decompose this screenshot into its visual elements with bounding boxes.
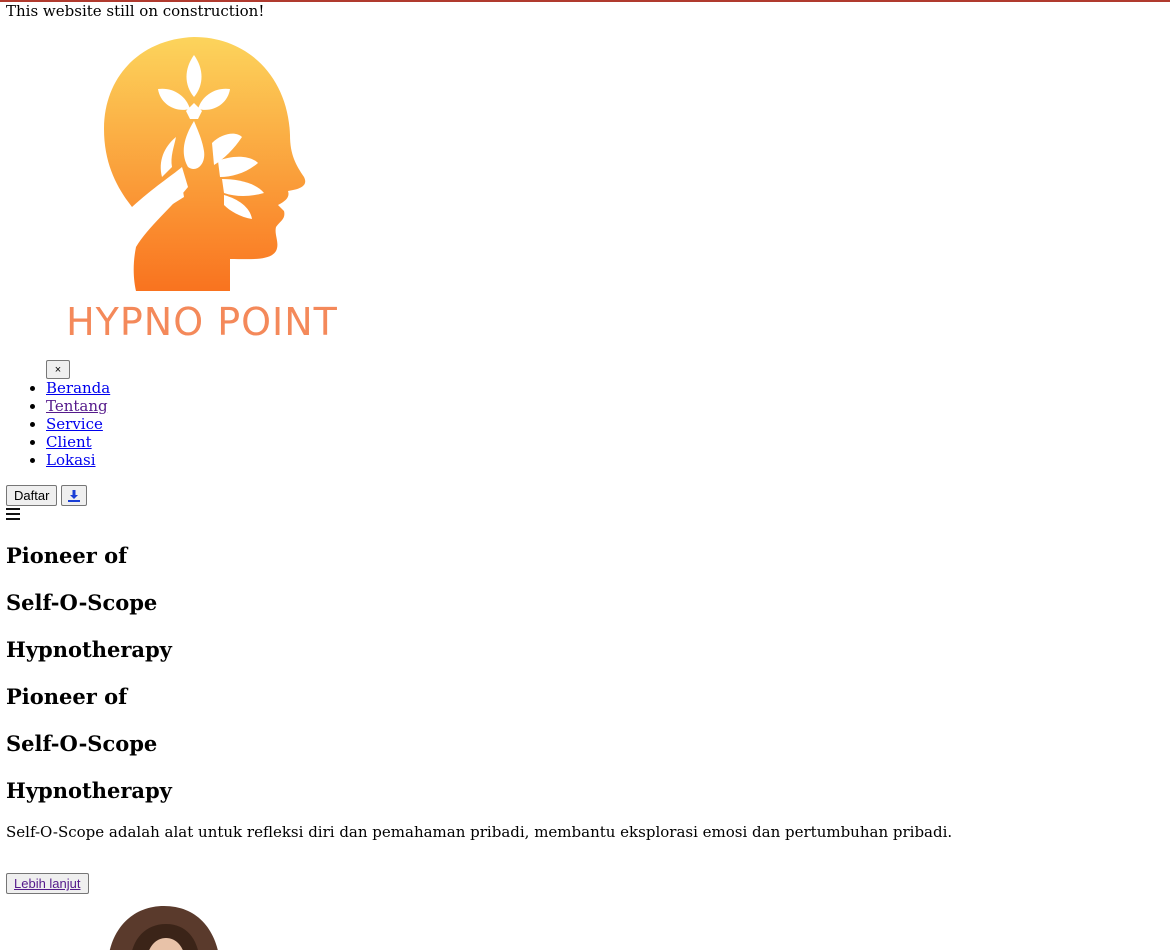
logo-graphic: HYPNO POINT bbox=[66, 37, 338, 344]
nav-link-lokasi[interactable]: Lokasi bbox=[46, 451, 96, 469]
nav-item-lokasi: Lokasi bbox=[46, 451, 1164, 469]
nav-link-beranda[interactable]: Beranda bbox=[46, 379, 110, 397]
nav-item-service: Service bbox=[46, 415, 1164, 433]
head-silhouette bbox=[104, 37, 306, 291]
close-menu-button[interactable]: × bbox=[46, 360, 70, 379]
hero-heading-group: Pioneer of Self-O-Scope Hypnotherapy bbox=[6, 542, 1164, 664]
hero-line-hypnotherapy: Hypnotherapy bbox=[6, 637, 172, 662]
download-icon bbox=[68, 489, 81, 502]
hypno-point-logo: HYPNO POINT bbox=[52, 37, 352, 349]
nav-item-beranda: Beranda bbox=[46, 379, 1164, 397]
hero-line-pioneer-2: Pioneer of bbox=[6, 684, 128, 709]
construction-notice: This website still on construction! bbox=[6, 2, 265, 20]
page: This website still on construction! HYPN… bbox=[0, 2, 1170, 894]
nav-item-tentang: Tentang bbox=[46, 397, 1164, 415]
hero-line-hypnotherapy-2: Hypnotherapy bbox=[6, 778, 172, 803]
hero-description: Self-O-Scope adalah alat untuk refleksi … bbox=[6, 823, 953, 841]
person-photo bbox=[109, 906, 218, 950]
download-button[interactable] bbox=[61, 485, 88, 506]
brand-text: HYPNO POINT bbox=[66, 300, 338, 344]
hero-heading-group-duplicate: Pioneer of Self-O-Scope Hypnotherapy bbox=[6, 683, 1164, 805]
action-buttons: Daftar bbox=[6, 485, 1164, 506]
hamburger-icon[interactable] bbox=[6, 508, 20, 520]
hero-line-self-o-scope: Self-O-Scope bbox=[6, 590, 158, 615]
hero-line-self-o-scope-2: Self-O-Scope bbox=[6, 731, 158, 756]
nav-item-client: Client bbox=[46, 433, 1164, 451]
register-button[interactable]: Daftar bbox=[6, 485, 58, 506]
nav-link-tentang[interactable]: Tentang bbox=[46, 397, 108, 415]
nav-link-service[interactable]: Service bbox=[46, 415, 103, 433]
main-navigation: × Beranda Tentang Service Client Lokasi bbox=[6, 360, 1164, 469]
learn-more-button[interactable]: Lebih lanjut bbox=[6, 873, 89, 894]
nav-link-client[interactable]: Client bbox=[46, 433, 92, 451]
hero-line-pioneer: Pioneer of bbox=[6, 543, 128, 568]
nav-menu: Beranda Tentang Service Client Lokasi bbox=[46, 379, 1164, 469]
